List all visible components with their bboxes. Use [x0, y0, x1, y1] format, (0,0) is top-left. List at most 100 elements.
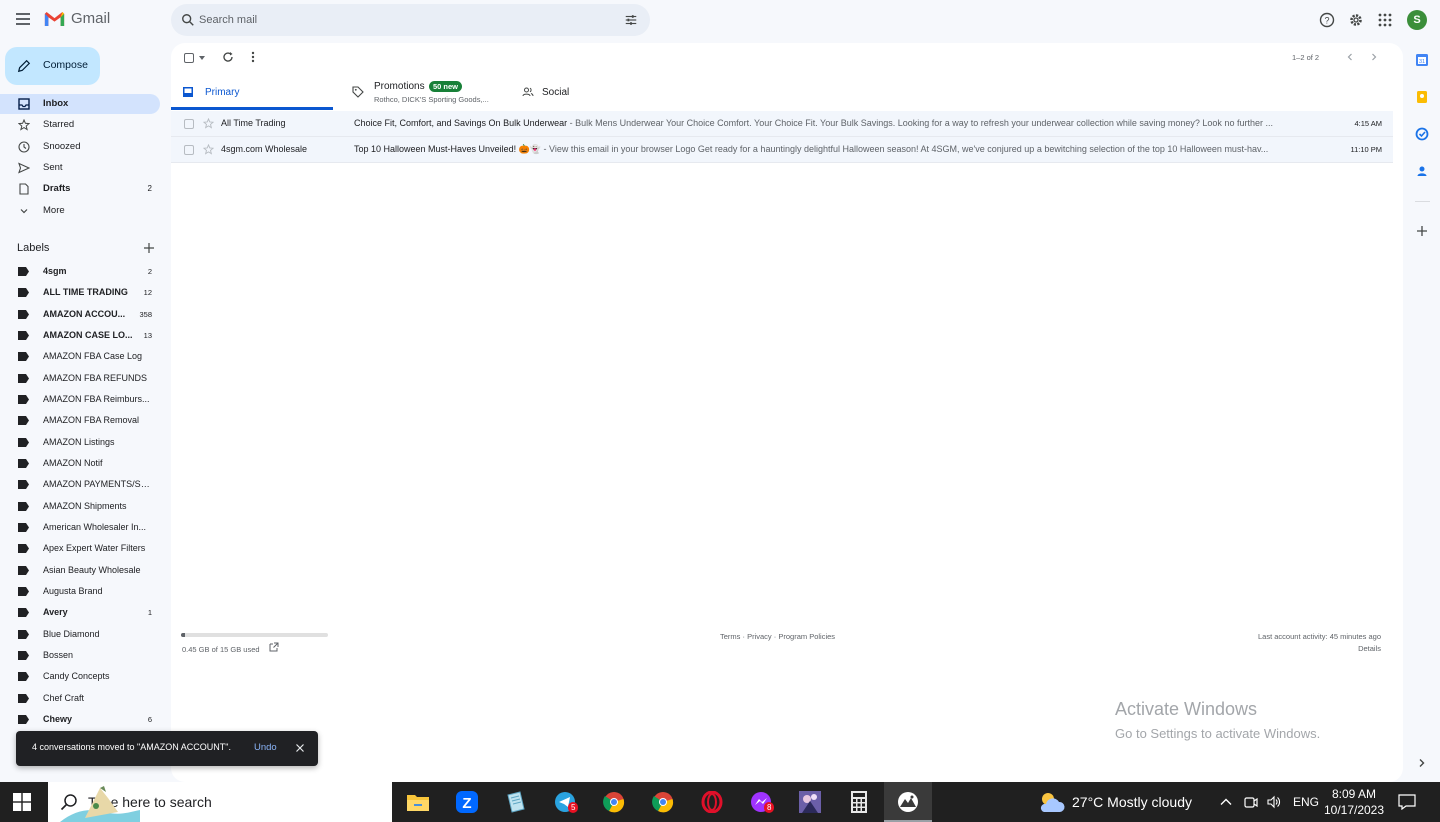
more-vert-icon[interactable] [251, 51, 255, 63]
storage-bar [181, 633, 328, 637]
taskbar-file-explorer[interactable] [394, 782, 442, 822]
label-item[interactable]: AMAZON FBA Case Log [0, 347, 160, 367]
label-item[interactable]: Candy Concepts [0, 667, 160, 687]
label-tag-icon [18, 523, 29, 532]
label-item[interactable]: Augusta Brand [0, 582, 160, 602]
chrome-icon [652, 792, 674, 813]
label-item[interactable]: AMAZON FBA REFUNDS [0, 369, 160, 389]
labels-heading: Labels [17, 242, 50, 254]
account-avatar[interactable]: S [1407, 10, 1427, 30]
taskbar-game-app[interactable] [786, 782, 834, 822]
label-item[interactable]: Avery 1 [0, 603, 160, 623]
taskbar-notepad-app[interactable] [492, 782, 540, 822]
refresh-icon[interactable] [222, 51, 234, 63]
add-addon-icon[interactable] [1415, 224, 1429, 238]
label-item[interactable]: AMAZON ACCOU... 358 [0, 305, 160, 325]
nav-item-snoozed[interactable]: Snoozed [0, 137, 160, 157]
taskbar-weather[interactable]: 27°C Mostly cloudy [1036, 782, 1206, 822]
tasks-icon[interactable] [1415, 127, 1429, 141]
label-count: 1 [147, 608, 152, 617]
taskbar-calculator[interactable] [835, 782, 883, 822]
label-item[interactable]: AMAZON Notif [0, 454, 160, 474]
label-item[interactable]: Asian Beauty Wholesale [0, 561, 160, 581]
email-row[interactable]: 4sgm.com Wholesale Top 10 Halloween Must… [171, 137, 1393, 163]
meet-now-icon[interactable] [1244, 795, 1258, 809]
volume-icon[interactable] [1267, 795, 1281, 809]
nav-item-more[interactable]: More [0, 201, 160, 221]
star-icon[interactable] [203, 118, 214, 129]
older-chevron-icon[interactable] [1368, 51, 1380, 63]
label-item[interactable]: American Wholesaler In... [0, 518, 160, 538]
label-count: 12 [143, 288, 152, 297]
label-item[interactable]: Chewy 6 [0, 710, 160, 730]
label-item[interactable]: AMAZON FBA Removal [0, 411, 160, 431]
undo-button[interactable]: Undo [254, 742, 277, 753]
taskbar-chrome-profile-a[interactable] [590, 782, 638, 822]
nav-item-sent[interactable]: Sent [0, 158, 160, 178]
contacts-icon[interactable] [1415, 164, 1429, 178]
label-tag-icon [18, 438, 29, 447]
label-item[interactable]: AMAZON Shipments [0, 497, 160, 517]
privacy-link[interactable]: Privacy [747, 632, 772, 641]
email-sender: All Time Trading [221, 118, 286, 128]
email-row[interactable]: All Time Trading Choice Fit, Comfort, an… [171, 111, 1393, 137]
label-item[interactable]: AMAZON PAYMENTS/SE... [0, 475, 160, 495]
notification-center-icon[interactable] [1398, 794, 1416, 810]
windows-start-icon[interactable] [13, 793, 31, 811]
expand-panel-chevron-icon[interactable] [1415, 756, 1429, 770]
nav-item-drafts[interactable]: Drafts 2 [0, 179, 160, 199]
tab-promotions[interactable]: Promotions 50 new Rothco, DICK'S Sportin… [341, 74, 511, 110]
activity-details-link[interactable]: Details [1358, 644, 1381, 653]
keep-icon[interactable] [1415, 90, 1429, 104]
select-all-checkbox[interactable] [184, 53, 194, 63]
row-checkbox[interactable] [184, 145, 194, 155]
gmail-logo[interactable]: Gmail [44, 10, 110, 27]
taskbar-clock[interactable]: 8:09 AM 10/17/2023 [1323, 786, 1385, 818]
taskbar-photos-app[interactable] [884, 782, 932, 822]
taskbar-messenger[interactable]: 8 [737, 782, 785, 822]
search-icon[interactable] [181, 13, 195, 27]
label-item[interactable]: Bossen [0, 646, 160, 666]
tab-social[interactable]: Social [511, 74, 681, 110]
nav-item-starred[interactable]: Starred [0, 115, 160, 135]
row-checkbox[interactable] [184, 119, 194, 129]
compose-button[interactable]: Compose [5, 47, 100, 85]
help-icon[interactable]: ? [1319, 12, 1335, 28]
nav-label: More [43, 205, 65, 216]
terms-link[interactable]: Terms [720, 632, 740, 641]
newer-chevron-icon[interactable] [1344, 51, 1356, 63]
search-input[interactable] [199, 10, 599, 30]
label-item[interactable]: ALL TIME TRADING 12 [0, 283, 160, 303]
label-item[interactable]: 4sgm 2 [0, 262, 160, 282]
label-name: American Wholesaler In... [43, 522, 147, 532]
label-item[interactable]: Blue Diamond [0, 625, 160, 645]
program-policies-link[interactable]: Program Policies [778, 632, 835, 641]
clock-time: 8:09 AM [1331, 787, 1377, 801]
label-item[interactable]: Chef Craft [0, 689, 160, 709]
taskbar-search-box[interactable]: Type here to search [48, 782, 392, 822]
input-language[interactable]: ENG [1293, 795, 1319, 809]
taskbar-opera[interactable] [688, 782, 736, 822]
close-icon[interactable] [295, 743, 305, 753]
add-label-icon[interactable] [143, 242, 155, 254]
main-menu-icon[interactable] [16, 13, 30, 25]
calendar-icon[interactable]: 31 [1415, 53, 1429, 67]
label-item[interactable]: AMAZON FBA Reimburs... [0, 390, 160, 410]
taskbar-telegram[interactable]: 5 [541, 782, 589, 822]
open-in-new-icon[interactable] [269, 642, 279, 652]
label-item[interactable]: AMAZON Listings [0, 433, 160, 453]
nav-item-inbox[interactable]: Inbox [0, 94, 160, 114]
label-item[interactable]: Apex Expert Water Filters [0, 539, 160, 559]
email-subject-line: Choice Fit, Comfort, and Savings On Bulk… [354, 118, 1319, 128]
show-hidden-icons-chevron-icon[interactable] [1219, 795, 1233, 809]
star-icon[interactable] [203, 144, 214, 155]
settings-gear-icon[interactable] [1348, 12, 1364, 28]
apps-grid-icon[interactable] [1377, 12, 1393, 28]
select-dropdown-icon[interactable] [199, 56, 205, 60]
search-options-icon[interactable] [624, 13, 638, 27]
taskbar-zalo[interactable]: Z [443, 782, 491, 822]
label-item[interactable]: AMAZON CASE LO... 13 [0, 326, 160, 346]
label-count: 6 [147, 715, 152, 724]
tab-primary[interactable]: Primary [171, 74, 333, 110]
taskbar-chrome[interactable] [639, 782, 687, 822]
